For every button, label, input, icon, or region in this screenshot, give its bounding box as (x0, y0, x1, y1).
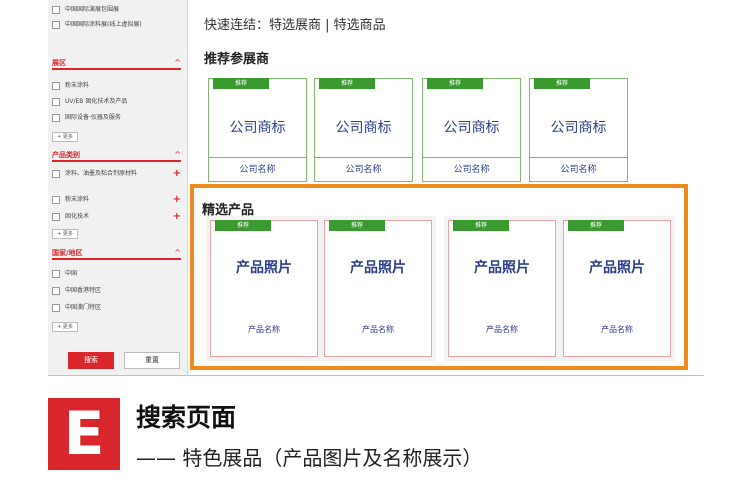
filter-label: 粉末涂料 (65, 196, 90, 203)
card-divider (530, 157, 627, 158)
company-logo: 公司商标 (550, 120, 607, 136)
filter-checkbox-item[interactable]: 固化技术 + (52, 212, 181, 222)
search-button[interactable]: 搜索 (68, 352, 114, 369)
more-button[interactable]: + 更多 (52, 132, 78, 142)
product-name[interactable]: 产品名称 (449, 324, 555, 335)
exhibitor-card[interactable]: 推荐 公司商标 公司名称 (208, 78, 307, 182)
filter-checkbox-item[interactable]: 涂料、油墨及粘合剂原材料 + (52, 169, 181, 179)
product-photo[interactable]: 产品照片 (325, 257, 431, 277)
recommend-badge: 推荐 (215, 220, 271, 231)
company-name[interactable]: 公司名称 (209, 161, 306, 179)
caption-title: 搜索页面 (136, 403, 237, 432)
recommend-badge: 推荐 (534, 78, 590, 89)
filter-checkbox-item[interactable]: 中国香港特区 (52, 287, 181, 295)
recommended-exhibitors-title: 推荐参展商 (204, 52, 270, 67)
filter-label: 中国国际演展包围展 (65, 6, 120, 13)
exhibitor-card[interactable]: 推荐 公司商标 公司名称 (422, 78, 521, 182)
product-photo[interactable]: 产品照片 (564, 257, 670, 277)
caption-subtitle: —— 特色展品（产品图片及名称展示） (136, 446, 483, 470)
filter-label: 国际设备·仪器及服务 (65, 114, 121, 121)
filter-group-header[interactable]: 国家/地区 ^ (52, 248, 181, 260)
product-card[interactable]: 推荐 产品照片 产品名称 (448, 220, 556, 357)
recommend-badge: 推荐 (213, 78, 269, 89)
filter-label: UV/EB 固化技术及产品 (65, 98, 128, 105)
checkbox[interactable] (52, 114, 60, 122)
filter-label: 中国 (65, 270, 78, 277)
filter-sidebar: 中国国际演展包围展 中国国际涂料展(线上虚拟展) 展区 ^ 粉末涂料 UV/EB… (48, 0, 188, 375)
checkbox[interactable] (52, 170, 60, 178)
product-photo[interactable]: 产品照片 (449, 257, 555, 277)
product-card[interactable]: 推荐 产品照片 产品名称 (563, 220, 671, 357)
screenshot-frame: 中国国际演展包围展 中国国际涂料展(线上虚拟展) 展区 ^ 粉末涂料 UV/EB… (48, 0, 704, 376)
checkbox[interactable] (52, 98, 60, 106)
featured-products-title: 精选产品 (202, 203, 255, 218)
company-logo: 公司商标 (229, 120, 286, 136)
quick-links[interactable]: 快速连结：特选展商 | 特选商品 (204, 14, 386, 33)
reset-button[interactable]: 重置 (124, 352, 180, 369)
card-divider (209, 157, 306, 158)
chevron-up-icon[interactable]: ^ (174, 151, 181, 159)
exhibitor-card[interactable]: 推荐 公司商标 公司名称 (529, 78, 628, 182)
product-name[interactable]: 产品名称 (564, 324, 670, 335)
filter-group-header[interactable]: 产品类别 ^ (52, 150, 181, 162)
checkbox[interactable] (52, 287, 60, 295)
card-divider (315, 157, 412, 158)
exhibitor-card[interactable]: 推荐 公司商标 公司名称 (314, 78, 413, 182)
product-card[interactable]: 推荐 产品照片 产品名称 (324, 220, 432, 357)
filter-checkbox-item[interactable]: 粉末涂料 (52, 82, 181, 90)
product-photo[interactable]: 产品照片 (211, 257, 317, 277)
product-card[interactable]: 推荐 产品照片 产品名称 (210, 220, 318, 357)
product-name[interactable]: 产品名称 (211, 324, 317, 335)
filter-checkbox-item[interactable]: 中国 (52, 270, 181, 278)
filter-group-title: 展区 (52, 59, 66, 67)
recommend-badge: 推荐 (319, 78, 375, 89)
filter-label: 固化技术 (65, 213, 90, 220)
filter-group-header[interactable]: 展区 ^ (52, 58, 181, 70)
company-name[interactable]: 公司名称 (423, 161, 520, 179)
filter-checkbox-item[interactable]: 中国国际演展包围展 (52, 6, 181, 14)
checkbox[interactable] (52, 304, 60, 312)
product-name[interactable]: 产品名称 (325, 324, 431, 335)
filter-label: 涂料、油墨及粘合剂原材料 (65, 170, 138, 177)
filter-label: 中国澳门特区 (65, 304, 102, 311)
company-name[interactable]: 公司名称 (530, 161, 627, 179)
expand-plus-icon[interactable]: + (173, 212, 181, 222)
recommend-badge: 推荐 (568, 220, 624, 231)
card-divider (423, 157, 520, 158)
filter-label: 中国国际涂料展(线上虚拟展) (65, 21, 142, 28)
checkbox[interactable] (52, 213, 60, 221)
checkbox[interactable] (52, 82, 60, 90)
filter-checkbox-item[interactable]: 国际设备·仪器及服务 (52, 114, 181, 122)
checkbox[interactable] (52, 21, 60, 29)
checkbox[interactable] (52, 196, 60, 204)
more-button[interactable]: + 更多 (52, 322, 78, 332)
filter-checkbox-item[interactable]: 粉末涂料 + (52, 195, 181, 205)
checkbox[interactable] (52, 270, 60, 278)
expand-plus-icon[interactable]: + (173, 195, 181, 205)
filter-label: 粉末涂料 (65, 82, 90, 89)
section-letter-badge: E (48, 398, 120, 470)
filter-label: 中国香港特区 (65, 287, 102, 294)
company-name[interactable]: 公司名称 (315, 161, 412, 179)
checkbox[interactable] (52, 6, 60, 14)
recommend-badge: 推荐 (329, 220, 385, 231)
chevron-up-icon[interactable]: ^ (174, 249, 181, 257)
company-logo: 公司商标 (443, 120, 500, 136)
filter-checkbox-item[interactable]: 中国国际涂料展(线上虚拟展) (52, 21, 181, 29)
chevron-up-icon[interactable]: ^ (174, 59, 181, 67)
company-logo: 公司商标 (335, 120, 392, 136)
filter-group-title: 国家/地区 (52, 249, 83, 257)
expand-plus-icon[interactable]: + (173, 169, 181, 179)
filter-checkbox-item[interactable]: UV/EB 固化技术及产品 (52, 98, 181, 106)
recommend-badge: 推荐 (453, 220, 509, 231)
recommend-badge: 推荐 (427, 78, 483, 89)
more-button[interactable]: + 更多 (52, 229, 78, 239)
filter-checkbox-item[interactable]: 中国澳门特区 (52, 304, 181, 312)
filter-group-title: 产品类别 (52, 151, 80, 159)
